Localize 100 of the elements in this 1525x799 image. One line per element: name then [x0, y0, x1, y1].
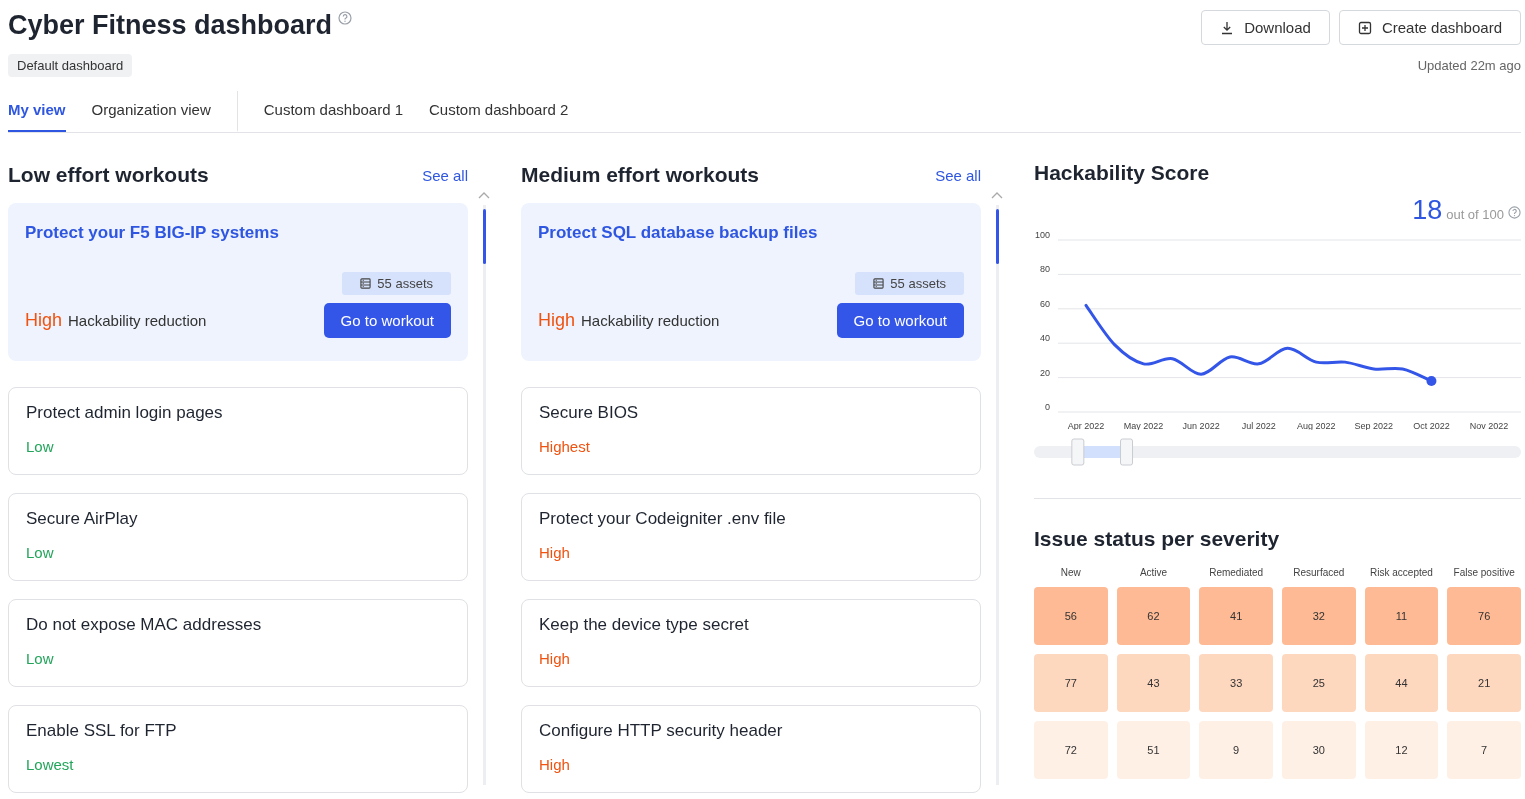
range-handle[interactable]	[1120, 438, 1134, 466]
reduction-label: Hackability reduction	[68, 312, 207, 329]
column-header: False positive	[1452, 567, 1516, 578]
go-to-workout-button[interactable]: Go to workout	[323, 303, 451, 338]
x-tick-label: Apr 2022	[1067, 421, 1105, 430]
workout-card[interactable]: Do not expose MAC addresses Low	[8, 599, 468, 687]
workout-card[interactable]: Enable SSL for FTP Lowest	[8, 705, 468, 793]
y-tick-label: 0	[1045, 402, 1050, 412]
workout-title: Protect admin login pages	[26, 403, 224, 423]
heatmap-cell[interactable]: 56	[1034, 587, 1108, 645]
x-tick-label: Jun 2022	[1182, 421, 1220, 430]
add-icon	[1357, 20, 1372, 35]
x-tick-label: Sep 2022	[1354, 421, 1394, 430]
y-tick-label: 20	[1040, 367, 1050, 378]
rating-text: Low	[26, 650, 55, 667]
heatmap-cell[interactable]: 41	[1199, 587, 1273, 645]
heatmap-cell[interactable]: 33	[1199, 654, 1273, 712]
workout-title: Configure HTTP security header	[539, 721, 784, 741]
column-header: Risk accepted	[1369, 567, 1434, 578]
see-all-link[interactable]: See all	[935, 166, 981, 184]
y-tick-label: 60	[1040, 298, 1050, 309]
y-tick-label: 100	[1034, 230, 1050, 240]
score-value: 18	[1412, 195, 1443, 226]
workout-title: Enable SSL for FTP	[26, 721, 178, 741]
rating-text: Highest	[539, 438, 591, 455]
server-icon	[360, 278, 372, 289]
workout-card[interactable]: Secure AirPlay Low	[8, 493, 468, 581]
section-title: Issue status per severity	[1034, 527, 1281, 551]
heatmap-cell[interactable]: 62	[1116, 587, 1191, 645]
go-to-workout-button[interactable]: Go to workout	[836, 303, 964, 338]
assets-badge: 55 assets	[342, 272, 451, 295]
workout-card[interactable]: Protect admin login pages Low	[8, 387, 468, 475]
tab[interactable]: Custom dashboard 2	[429, 91, 569, 132]
heatmap-cell[interactable]: 76	[1447, 587, 1521, 645]
heatmap-cell[interactable]: 77	[1034, 654, 1108, 712]
x-tick-label: Jul 2022	[1241, 421, 1276, 430]
default-badge: Default dashboard	[8, 54, 133, 77]
updated-time: Updated 22m ago	[1417, 58, 1521, 73]
workout-card[interactable]: Protect your Codeigniter .env file High	[521, 493, 981, 581]
workout-title: Protect your Codeigniter .env file	[539, 509, 787, 529]
rating-text: High	[538, 310, 576, 330]
workout-title: Secure BIOS	[539, 403, 640, 423]
score-scale: out of 100	[1446, 207, 1504, 222]
section-title: Medium effort workouts	[521, 163, 759, 187]
section-title: Low effort workouts	[8, 163, 209, 187]
heatmap-cell[interactable]: 44	[1364, 654, 1439, 712]
heatmap-cell[interactable]: 21	[1447, 654, 1521, 712]
column-header: New	[1059, 567, 1082, 578]
x-tick-label: Oct 2022	[1413, 421, 1450, 430]
heatmap-cell[interactable]: 12	[1364, 721, 1439, 779]
x-tick-label: May 2022	[1123, 421, 1164, 430]
rating-text: High	[25, 310, 63, 330]
workout-card[interactable]: Keep the device type secret High	[521, 599, 981, 687]
workout-title[interactable]: Protect SQL database backup files	[538, 223, 964, 243]
rating-text: High	[539, 544, 571, 561]
heatmap-cell[interactable]: 43	[1116, 654, 1191, 712]
dashboard-title: Cyber Fitness dashboard	[8, 10, 333, 41]
workout-title[interactable]: Protect your F5 BIG-IP systems	[25, 223, 451, 243]
scroll-up-icon[interactable]	[991, 191, 1003, 199]
heatmap-cell[interactable]: 51	[1116, 721, 1191, 779]
heatmap-cell[interactable]: 9	[1199, 721, 1273, 779]
rating-text: High	[539, 756, 571, 773]
scroll-up-icon[interactable]	[478, 191, 490, 199]
workout-title: Secure AirPlay	[26, 509, 139, 529]
tab[interactable]: Organization view	[91, 91, 211, 132]
assets-badge: 55 assets	[855, 272, 964, 295]
workout-card[interactable]: Secure BIOS Highest	[521, 387, 981, 475]
y-tick-label: 40	[1040, 333, 1050, 344]
header-button[interactable]: Download	[1201, 10, 1330, 45]
column-header: Resurfaced	[1292, 567, 1346, 578]
rating-text: Low	[26, 544, 55, 561]
workout-title: Do not expose MAC addresses	[26, 615, 263, 635]
rating-text: High	[539, 650, 571, 667]
rating-text: Lowest	[26, 756, 75, 773]
server-icon	[873, 278, 885, 289]
tab[interactable]: Custom dashboard 1	[236, 91, 403, 132]
workout-card[interactable]: Configure HTTP security header High	[521, 705, 981, 793]
x-tick-label: Aug 2022	[1297, 421, 1336, 430]
column-header: Active	[1138, 567, 1169, 578]
help-icon[interactable]	[338, 11, 353, 25]
header-button[interactable]: Create dashboard	[1338, 10, 1521, 45]
heatmap-cell[interactable]: 25	[1282, 654, 1356, 712]
heatmap-cell[interactable]: 30	[1282, 721, 1356, 779]
reduction-label: Hackability reduction	[581, 312, 720, 329]
y-tick-label: 80	[1040, 264, 1050, 275]
help-icon[interactable]	[1508, 206, 1521, 219]
download-icon	[1220, 20, 1235, 35]
heatmap-cell[interactable]: 7	[1447, 721, 1521, 779]
x-tick-label: Nov 2022	[1469, 421, 1509, 430]
tab[interactable]: My view	[8, 91, 66, 132]
heatmap-cell[interactable]: 32	[1282, 587, 1356, 645]
see-all-link[interactable]: See all	[422, 166, 468, 184]
workout-title: Keep the device type secret	[539, 615, 750, 635]
latest-point	[1426, 376, 1437, 387]
heatmap-cell[interactable]: 72	[1034, 721, 1108, 779]
rating-text: Low	[26, 438, 55, 455]
section-title: Hackability Score	[1034, 161, 1211, 185]
column-header: Remediated	[1208, 567, 1265, 578]
range-handle[interactable]	[1071, 438, 1085, 466]
heatmap-cell[interactable]: 11	[1364, 587, 1439, 645]
